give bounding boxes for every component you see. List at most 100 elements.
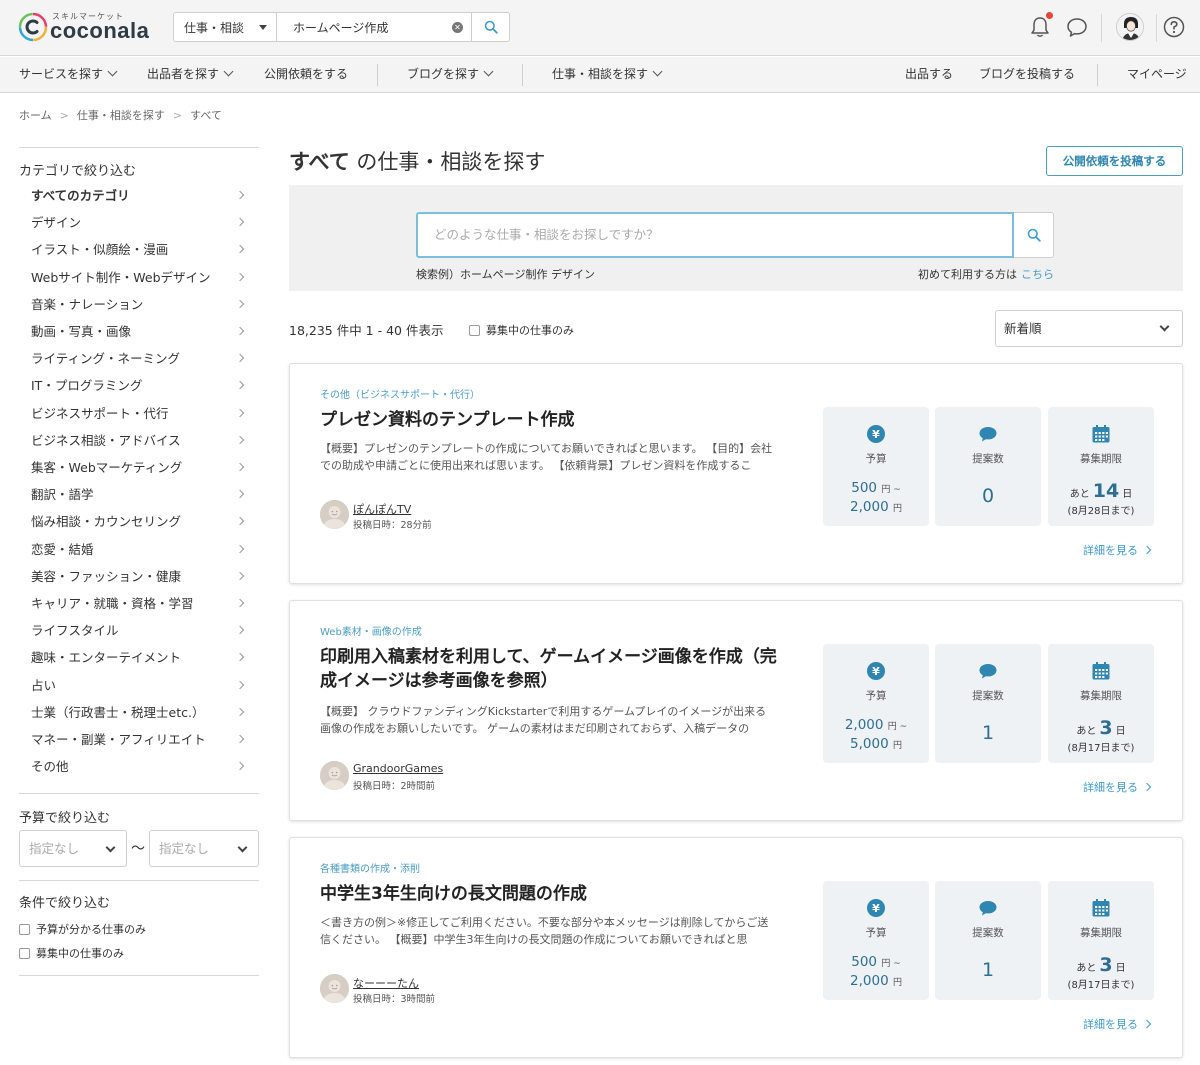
job-title[interactable]: プレゼン資料のテンプレート作成 <box>320 408 790 432</box>
svg-text:¥: ¥ <box>872 902 880 915</box>
chevron-right-icon <box>235 462 245 472</box>
checkbox[interactable] <box>19 947 30 959</box>
page-title-category: すべて <box>289 150 350 174</box>
budget-label: 予算 <box>865 927 887 939</box>
sidebar-category-item[interactable]: Webサイト制作・Webデザイン <box>31 269 247 296</box>
job-search-button[interactable] <box>1014 212 1054 258</box>
job-category[interactable]: 各種書類の作成・添削 <box>320 860 420 875</box>
nav-post-blog[interactable]: ブログを投稿する <box>979 57 1075 93</box>
sidebar-category-label: 動画・写真・画像 <box>31 324 132 339</box>
nav-my-page[interactable]: マイページ <box>1127 57 1187 93</box>
sidebar-category-item[interactable]: 音楽・ナレーション <box>31 296 247 323</box>
sidebar-category-item[interactable]: 恋愛・結婚 <box>31 541 247 568</box>
sidebar-category-label: 占い <box>31 677 57 693</box>
sidebar-category-item[interactable]: ライティング・ネーミング <box>31 350 247 377</box>
posted-time: 投稿日時：3時間前 <box>353 994 436 1005</box>
breadcrumb: ホーム > 仕事・相談を探す > すべて <box>19 107 222 123</box>
sidebar-category-item[interactable]: すべてのカテゴリ <box>31 187 247 214</box>
breadcrumb-home[interactable]: ホーム <box>19 109 52 122</box>
sidebar-category-item[interactable]: 翻訳・語学 <box>31 486 247 513</box>
condition-recruiting[interactable]: 募集中の仕事のみ <box>19 945 124 961</box>
sidebar-category-item[interactable]: 悩み相談・カウンセリング <box>31 513 247 540</box>
sidebar-category-item[interactable]: ビジネスサポート・代行 <box>31 405 247 432</box>
sidebar-category-label: 悩み相談・カウンセリング <box>31 514 182 530</box>
job-category[interactable]: Web素材・画像の作成 <box>320 623 422 638</box>
sidebar-category-item[interactable]: キャリア・就職・資格・学習 <box>31 595 247 622</box>
user-avatar[interactable] <box>1116 13 1144 41</box>
checkbox[interactable] <box>19 923 30 935</box>
clear-icon[interactable]: ✕ <box>452 22 463 33</box>
view-details-link[interactable]: 詳細を見る <box>1083 779 1152 795</box>
view-details-link[interactable]: 詳細を見る <box>1083 1016 1152 1032</box>
chevron-right-icon <box>1142 545 1152 555</box>
header-search-button[interactable] <box>471 13 509 41</box>
sidebar-category-item[interactable]: マネー・副業・アフィリエイト <box>31 731 247 758</box>
chevron-down-icon <box>223 66 234 77</box>
sidebar-category-item[interactable]: 動画・写真・画像 <box>31 323 247 350</box>
first-time-link[interactable]: こちら <box>1021 268 1054 281</box>
poster-avatar[interactable] <box>320 761 349 790</box>
poster-name[interactable]: なーーーたん <box>353 975 419 991</box>
job-card[interactable]: Web素材・画像の作成印刷用入稿素材を利用して、ゲームイメージ画像を作成（完成イ… <box>289 600 1183 821</box>
search-category-select[interactable]: 仕事・相談 <box>174 13 277 41</box>
chat-bubble-icon[interactable] <box>1064 14 1090 40</box>
detail-link-label: 詳細を見る <box>1083 1018 1138 1031</box>
header-search-input[interactable]: ホームページ作成 ✕ <box>277 13 471 41</box>
sidebar-category-item[interactable]: ビジネス相談・アドバイス <box>31 432 247 459</box>
result-count: 18,235 件中 1 - 40 件表示 <box>289 323 444 338</box>
sidebar-category-label: ビジネスサポート・代行 <box>31 405 169 421</box>
yen-unit: 円 <box>892 504 902 514</box>
view-details-link[interactable]: 詳細を見る <box>1083 542 1152 558</box>
nav-find-blogs[interactable]: ブログを探す <box>407 57 494 93</box>
budget-max-select[interactable]: 指定なし <box>149 830 259 867</box>
sidebar-category-item[interactable]: デザイン <box>31 214 247 241</box>
poster-name[interactable]: ぽんぽんTV <box>353 501 411 517</box>
posted-time: 投稿日時：2時間前 <box>353 781 436 792</box>
range-tilde: ~ <box>890 959 901 969</box>
sidebar-category-item[interactable]: 趣味・エンターテイメント <box>31 649 247 676</box>
sidebar-category-item[interactable]: IT・プログラミング <box>31 377 247 404</box>
sidebar-category-item[interactable]: 美容・ファッション・健康 <box>31 568 247 595</box>
recruiting-only-filter[interactable]: 募集中の仕事のみ <box>469 322 574 338</box>
search-icon <box>1027 228 1041 242</box>
nav-divider <box>377 64 378 86</box>
job-category[interactable]: その他（ビジネスサポート・代行） <box>320 386 480 401</box>
checkbox[interactable] <box>469 324 480 336</box>
breadcrumb-separator: > <box>59 109 69 122</box>
nav-find-services[interactable]: サービスを探す <box>19 57 118 93</box>
poster-avatar[interactable] <box>320 974 349 1003</box>
job-title[interactable]: 印刷用入稿素材を利用して、ゲームイメージ画像を作成（完成イメージは参考画像を参照… <box>320 645 790 693</box>
job-title[interactable]: 中学生3年生向けの長文問題の作成 <box>320 882 790 906</box>
sort-select[interactable]: 新着順 <box>995 310 1183 347</box>
sidebar-category-item[interactable]: イラスト・似顔絵・漫画 <box>31 241 247 268</box>
post-request-button[interactable]: 公開依頼を投稿する <box>1046 146 1183 176</box>
nav-public-request[interactable]: 公開依頼をする <box>264 57 348 93</box>
default-avatar-icon <box>320 761 349 790</box>
sidebar-category-label: 音楽・ナレーション <box>31 296 144 312</box>
job-card[interactable]: その他（ビジネスサポート・代行） プレゼン資料のテンプレート作成 【概要】プレゼンの… <box>289 363 1183 584</box>
nav-sell[interactable]: 出品する <box>905 57 953 93</box>
sidebar-category-item[interactable]: 占い <box>31 677 247 704</box>
job-card[interactable]: 各種書類の作成・添削 中学生3年生向けの長文問題の作成 ＜書き方の例＞※修正してご利… <box>289 837 1183 1058</box>
sidebar-category-item[interactable]: その他 <box>31 758 247 785</box>
sidebar-category-item[interactable]: ライフスタイル <box>31 622 247 649</box>
chevron-right-icon <box>1142 782 1152 792</box>
poster-name[interactable]: GrandoorGames <box>353 762 443 775</box>
detail-link-label: 詳細を見る <box>1083 781 1138 794</box>
nav-find-sellers[interactable]: 出品者を探す <box>147 57 234 93</box>
coconala-logo[interactable]: スキルマーケット coconala <box>18 10 158 46</box>
condition-budget-known[interactable]: 予算が分かる仕事のみ <box>19 921 146 937</box>
sidebar-category-label: ライティング・ネーミング <box>31 351 181 367</box>
nav-find-jobs[interactable]: 仕事・相談を探す <box>552 57 663 93</box>
nav-divider <box>522 64 523 86</box>
job-search-input[interactable]: どのような仕事・相談をお探しですか？ <box>416 212 1014 258</box>
proposals-label: 提案数 <box>972 453 1004 465</box>
remain-suffix: 日 <box>1115 963 1126 974</box>
sidebar-category-item[interactable]: 士業（行政書士・税理士etc.） <box>31 704 247 731</box>
help-icon[interactable] <box>1161 14 1187 40</box>
breadcrumb-jobs[interactable]: 仕事・相談を探す <box>77 109 165 122</box>
poster-avatar[interactable] <box>320 500 349 529</box>
budget-min-select[interactable]: 指定なし <box>19 830 127 867</box>
remain-suffix: 日 <box>1115 726 1126 737</box>
sidebar-category-item[interactable]: 集客・Webマーケティング <box>31 459 247 486</box>
